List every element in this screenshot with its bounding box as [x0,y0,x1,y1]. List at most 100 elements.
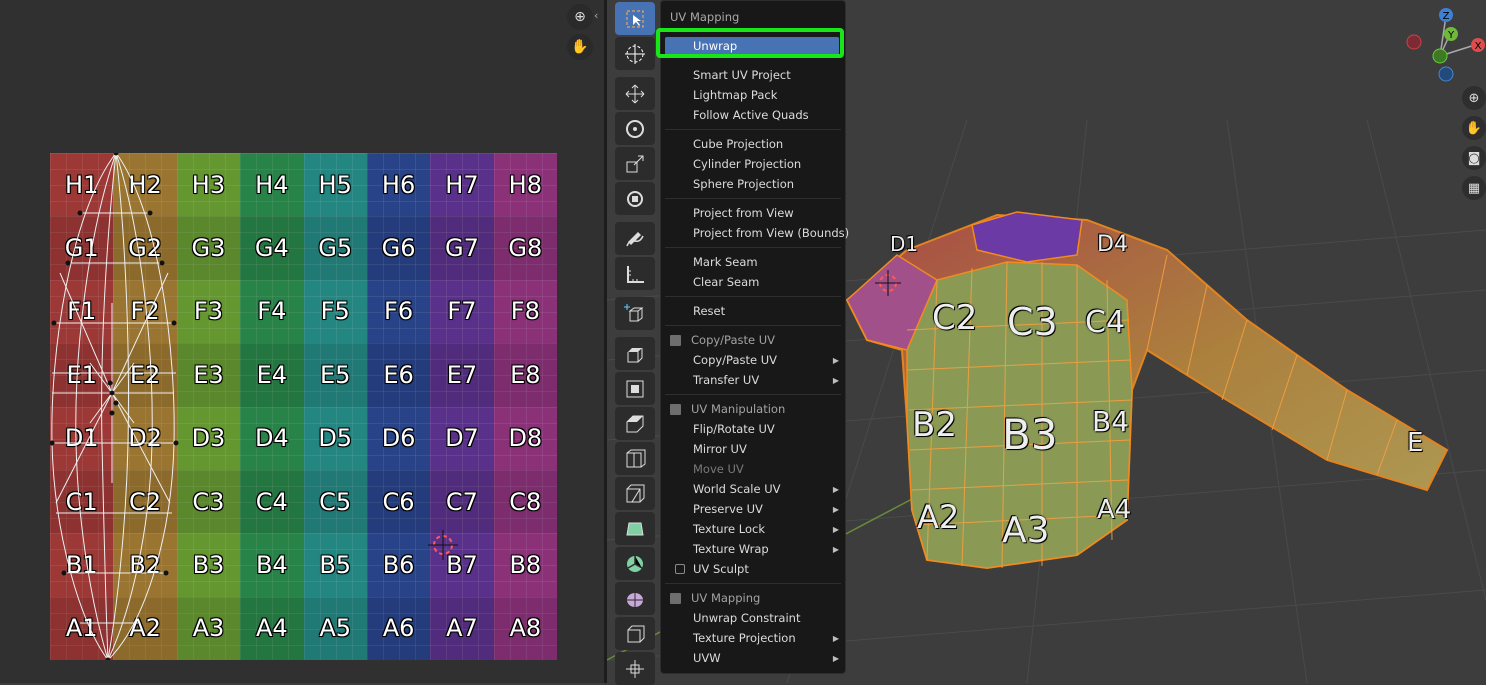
uv-grid-cell: C7 [430,469,494,534]
uv-grid-cell: E4 [240,343,304,407]
bevel-icon[interactable] [615,407,655,440]
uv-grid-cell: A8 [493,596,557,660]
menu-item-preserve-uv[interactable]: Preserve UV [693,500,763,518]
uv-editor-panel[interactable]: H1 H2 H3 H4 H5 H6 H7 H8 G1 G2 G3 G4 G5 G6 G7 G8 F1 F2 F3 F4… [0,0,604,683]
menu-header-uv-manipulation: UV Manipulation [691,402,786,416]
uv-grid-cell: C4 [240,469,304,534]
measure-icon[interactable] [615,257,655,290]
move-icon[interactable] [615,77,655,110]
uv-grid-cell: G4 [240,216,304,280]
uv-grid-cell: A4 [240,596,304,660]
select-box-icon[interactable] [615,2,655,35]
menu-separator [665,325,841,326]
chevron-left-icon[interactable]: ‹ [594,9,598,22]
uv-grid-cell: G8 [493,216,557,280]
menu-item-follow-active-quads[interactable]: Follow Active Quads [693,106,809,124]
transform-icon[interactable] [615,182,655,215]
uv-grid-cell: D8 [493,406,557,470]
menu-item-unwrap-constraint[interactable]: Unwrap Constraint [693,609,800,627]
addon-icon [670,335,681,346]
menu-item-flip-rotate-uv[interactable]: Flip/Rotate UV [693,420,775,438]
menu-item-project-from-view[interactable]: Project from View [693,204,794,222]
menu-item-project-from-view-bounds[interactable]: Project from View (Bounds) [693,224,849,242]
menu-item-copy-paste-uv[interactable]: Copy/Paste UV [693,351,845,369]
uv-grid-cell: F3 [176,279,241,344]
uv-grid-cell: E6 [366,343,431,407]
menu-separator [665,394,841,395]
uv-grid-cell: D3 [176,406,241,470]
menu-title: UV Mapping [670,10,740,24]
knife-icon[interactable] [615,477,655,510]
uv-grid-cell: H5 [303,153,367,217]
cursor-tool-icon[interactable] [615,37,655,70]
uv-grid-cell: E1 [50,343,114,407]
uv-checker-grid: H1 H2 H3 H4 H5 H6 H7 H8 G1 G2 G3 G4 G5 G6 G7 G8 F1 F2 F3 F4… [50,153,557,660]
zoom-icon[interactable]: ⊕ [567,4,593,30]
menu-item-lightmap-pack[interactable]: Lightmap Pack [693,86,777,104]
camera-icon[interactable]: ◙ [1462,146,1486,170]
menu-item-smart-uv-project[interactable]: Smart UV Project [693,66,791,84]
shrink-fatten-icon[interactable] [615,617,655,650]
menu-item-mirror-uv[interactable]: Mirror UV [693,440,747,458]
uv-grid-cell: F5 [303,279,367,344]
uv-grid-cell: H6 [366,153,431,217]
shirt-label: A4 [1097,495,1132,525]
gizmo-x-label: X [1475,41,1482,52]
tool-shelf [614,0,656,685]
loop-cut-icon[interactable] [615,442,655,475]
uv-grid-cell: H3 [176,153,241,217]
menu-item-cylinder-projection[interactable]: Cylinder Projection [693,155,801,173]
annotate-icon[interactable] [615,222,655,255]
smooth-icon[interactable] [615,582,655,615]
menu-separator [665,129,841,130]
hand-icon[interactable]: ✋ [567,34,593,60]
menu-item-sphere-projection[interactable]: Sphere Projection [693,175,794,193]
menu-item-texture-lock[interactable]: Texture Lock [693,520,765,538]
menu-separator [665,198,841,199]
menu-item-uv-sculpt[interactable]: UV Sculpt [693,560,749,578]
uv-grid-cell: E2 [113,343,177,407]
uv-grid-cell: C6 [366,469,431,534]
hand-icon[interactable]: ✋ [1462,116,1486,140]
axis-gizmo[interactable]: Z Y X [1402,4,1486,84]
poly-build-icon[interactable] [615,512,655,545]
menu-item-clear-seam[interactable]: Clear Seam [693,273,759,291]
gizmo-y-label: Y [1447,30,1455,41]
menu-item-uvw[interactable]: UVW [693,649,721,667]
uv-sculpt-checkbox[interactable] [675,564,685,574]
shirt-label: D4 [1097,232,1128,257]
perspective-grid-icon[interactable]: ▦ [1462,176,1486,200]
menu-item-transfer-uv[interactable]: Transfer UV [693,371,759,389]
submenu-arrow-icon: ▶ [832,485,839,494]
menu-header-uv-mapping: UV Mapping [691,591,761,605]
menu-item-world-scale-uv[interactable]: World Scale UV [693,480,781,498]
menu-item-cube-projection[interactable]: Cube Projection [693,135,783,153]
uv-grid-cell: B1 [50,533,114,597]
zoom-icon[interactable]: ⊕ [1462,86,1486,110]
extrude-icon[interactable] [615,337,655,370]
add-cube-icon[interactable] [615,297,655,330]
uv-grid-cell: B6 [366,533,431,597]
submenu-arrow-icon: ▶ [832,634,839,643]
menu-item-mark-seam[interactable]: Mark Seam [693,253,758,271]
shear-icon[interactable] [615,652,655,685]
spin-icon[interactable] [615,547,655,580]
uv-grid-cell: D2 [113,406,177,470]
menu-item-move-uv: Move UV [693,462,744,476]
uv-grid-cell: D4 [240,406,304,470]
scale-icon[interactable] [615,147,655,180]
uv-grid-cell: E5 [303,343,367,407]
menu-item-texture-projection[interactable]: Texture Projection [693,629,796,647]
uv-grid-cell: H8 [493,153,557,217]
uv-grid-cell: E7 [430,343,494,407]
uv-grid-cell: B4 [240,533,304,597]
inset-icon[interactable] [615,372,655,405]
menu-item-texture-wrap[interactable]: Texture Wrap [693,540,769,558]
uv-grid-cell: G7 [430,216,494,280]
uv-mapping-menu: UV Mapping Unwrap Smart UV Project Light… [660,0,849,674]
uv-grid-cell: B3 [176,533,241,597]
shirt-label: D1 [890,232,919,256]
uv-grid-cell: G5 [303,216,367,280]
rotate-icon[interactable] [615,112,655,145]
menu-item-reset[interactable]: Reset [693,302,725,320]
